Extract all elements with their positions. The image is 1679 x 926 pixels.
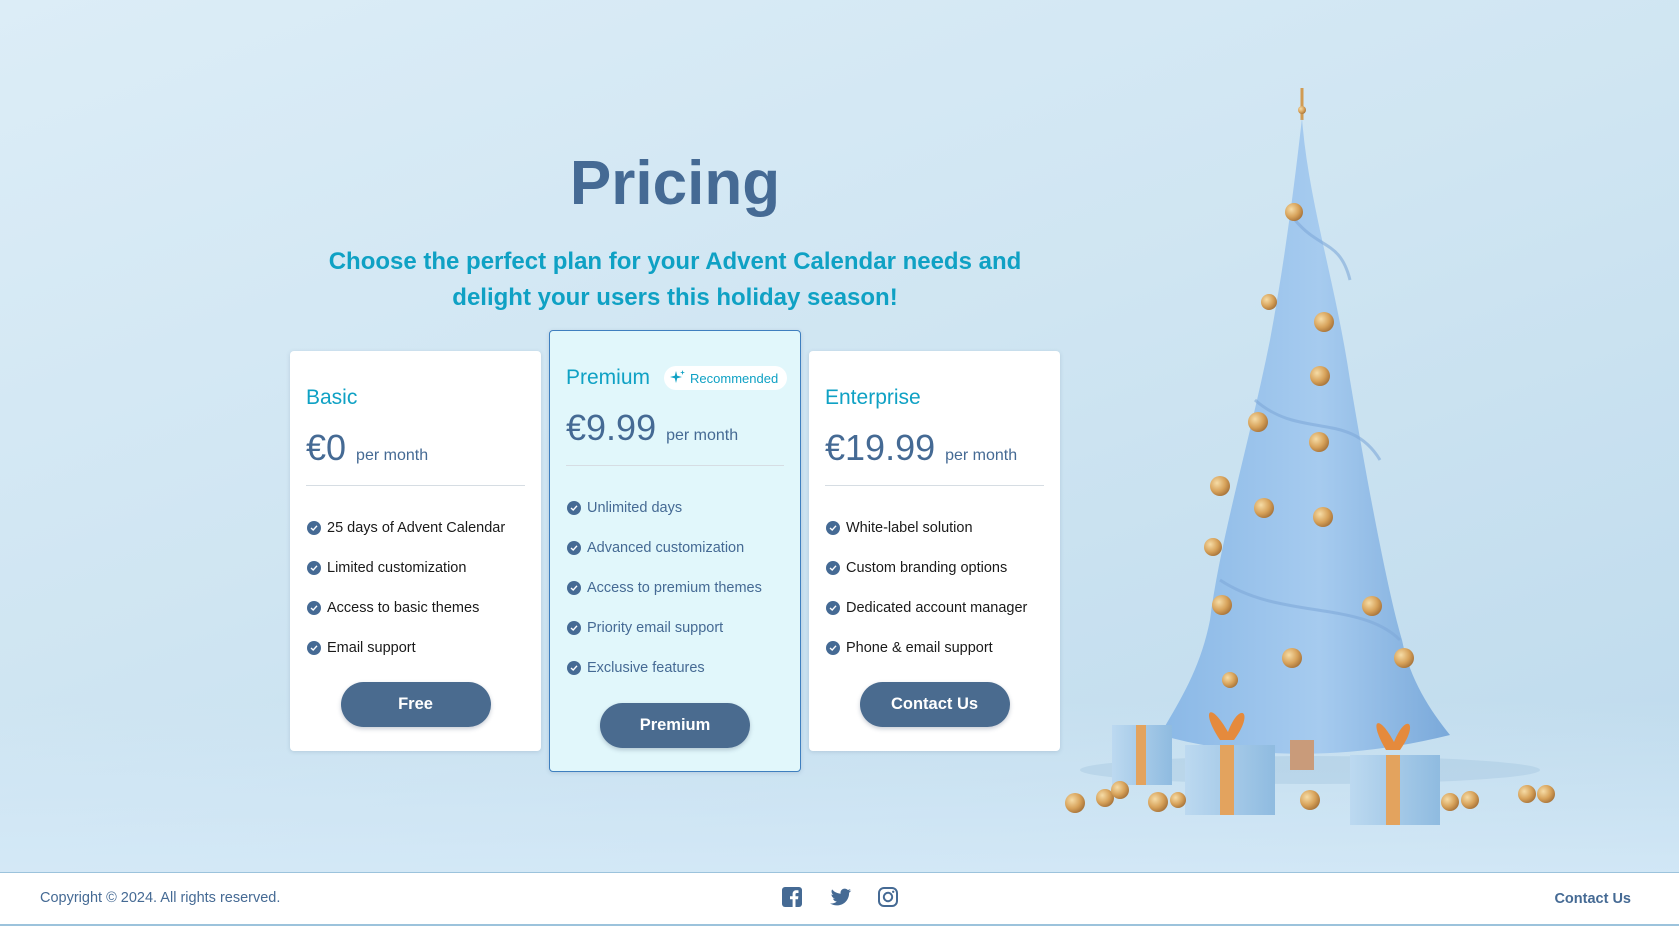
divider bbox=[566, 465, 784, 466]
feature-item: Custom branding options bbox=[825, 548, 1044, 588]
feature-list: White-label solution Custom branding opt… bbox=[825, 508, 1044, 668]
check-circle-icon bbox=[826, 601, 840, 615]
feature-text: Limited customization bbox=[327, 560, 467, 576]
feature-text: Access to premium themes bbox=[587, 580, 762, 596]
plan-price: €19.99 bbox=[825, 427, 936, 468]
feature-text: Custom branding options bbox=[846, 560, 1008, 576]
feature-text: Unlimited days bbox=[587, 500, 683, 516]
plan-name: Premium bbox=[566, 366, 651, 389]
footer: Copyright © 2024. All rights reserved. C… bbox=[0, 872, 1679, 926]
christmas-tree-illustration bbox=[1065, 88, 1555, 825]
feature-item: 25 days of Advent Calendar bbox=[306, 508, 525, 548]
check-circle-icon bbox=[567, 661, 581, 675]
feature-item: Access to basic themes bbox=[306, 588, 525, 628]
plan-card-premium: Premium Recommended €9.99 per month Unli… bbox=[549, 330, 801, 772]
instagram-icon[interactable] bbox=[877, 886, 901, 910]
plan-card-basic: Basic €0 per month 25 days of Advent Cal… bbox=[290, 351, 541, 751]
check-circle-icon bbox=[826, 641, 840, 655]
plan-name: Enterprise bbox=[825, 386, 921, 409]
feature-item: Advanced customization bbox=[566, 528, 784, 568]
check-circle-icon bbox=[567, 581, 581, 595]
feature-text: 25 days of Advent Calendar bbox=[327, 520, 506, 536]
hero-background: Pricing Choose the perfect plan for your… bbox=[0, 0, 1679, 872]
check-circle-icon bbox=[307, 601, 321, 615]
badge-label: Recommended bbox=[690, 370, 779, 386]
copyright-text: Copyright © 2024. All rights reserved. bbox=[40, 890, 281, 906]
check-circle-icon bbox=[826, 561, 840, 575]
feature-item: Dedicated account manager bbox=[825, 588, 1044, 628]
feature-text: Priority email support bbox=[587, 620, 724, 636]
feature-item: Limited customization bbox=[306, 548, 525, 588]
feature-text: Advanced customization bbox=[587, 540, 745, 556]
plan-price: €0 bbox=[306, 427, 347, 468]
plan-price: €9.99 bbox=[566, 407, 657, 448]
page-subtitle: Choose the perfect plan for your Advent … bbox=[328, 248, 1022, 311]
feature-item: White-label solution bbox=[825, 508, 1044, 548]
feature-text: Exclusive features bbox=[587, 660, 705, 676]
feature-text: Dedicated account manager bbox=[846, 600, 1028, 616]
premium-button[interactable]: Premium bbox=[600, 703, 750, 748]
divider bbox=[825, 485, 1044, 486]
feature-item: Email support bbox=[306, 628, 525, 668]
check-circle-icon bbox=[826, 521, 840, 535]
plan-period: per month bbox=[356, 447, 429, 464]
check-circle-icon bbox=[307, 521, 321, 535]
twitter-icon[interactable] bbox=[829, 886, 853, 910]
check-circle-icon bbox=[567, 541, 581, 555]
facebook-icon[interactable] bbox=[781, 886, 805, 910]
feature-text: Email support bbox=[327, 640, 416, 656]
recommended-badge: Recommended bbox=[664, 366, 788, 390]
feature-list: 25 days of Advent Calendar Limited custo… bbox=[306, 508, 525, 668]
footer-contact-link[interactable]: Contact Us bbox=[1554, 891, 1631, 907]
sparkle-icon bbox=[670, 369, 690, 388]
feature-text: Phone & email support bbox=[846, 640, 993, 656]
check-circle-icon bbox=[307, 641, 321, 655]
divider bbox=[306, 485, 525, 486]
check-circle-icon bbox=[567, 621, 581, 635]
feature-item: Access to premium themes bbox=[566, 568, 784, 608]
feature-text: White-label solution bbox=[846, 520, 973, 536]
plan-period: per month bbox=[666, 427, 739, 444]
feature-list: Unlimited days Advanced customization Ac… bbox=[566, 488, 784, 688]
feature-item: Unlimited days bbox=[566, 488, 784, 528]
check-circle-icon bbox=[307, 561, 321, 575]
feature-item: Phone & email support bbox=[825, 628, 1044, 668]
plan-period: per month bbox=[945, 447, 1018, 464]
contact-us-button[interactable]: Contact Us bbox=[859, 682, 1010, 727]
check-circle-icon bbox=[567, 501, 581, 515]
plan-name: Basic bbox=[306, 386, 358, 409]
plan-card-enterprise: Enterprise €19.99 per month White-label … bbox=[809, 351, 1060, 751]
free-button[interactable]: Free bbox=[340, 682, 491, 727]
social-links bbox=[781, 886, 901, 910]
feature-item: Priority email support bbox=[566, 608, 784, 648]
feature-item: Exclusive features bbox=[566, 648, 784, 688]
feature-text: Access to basic themes bbox=[327, 600, 480, 616]
